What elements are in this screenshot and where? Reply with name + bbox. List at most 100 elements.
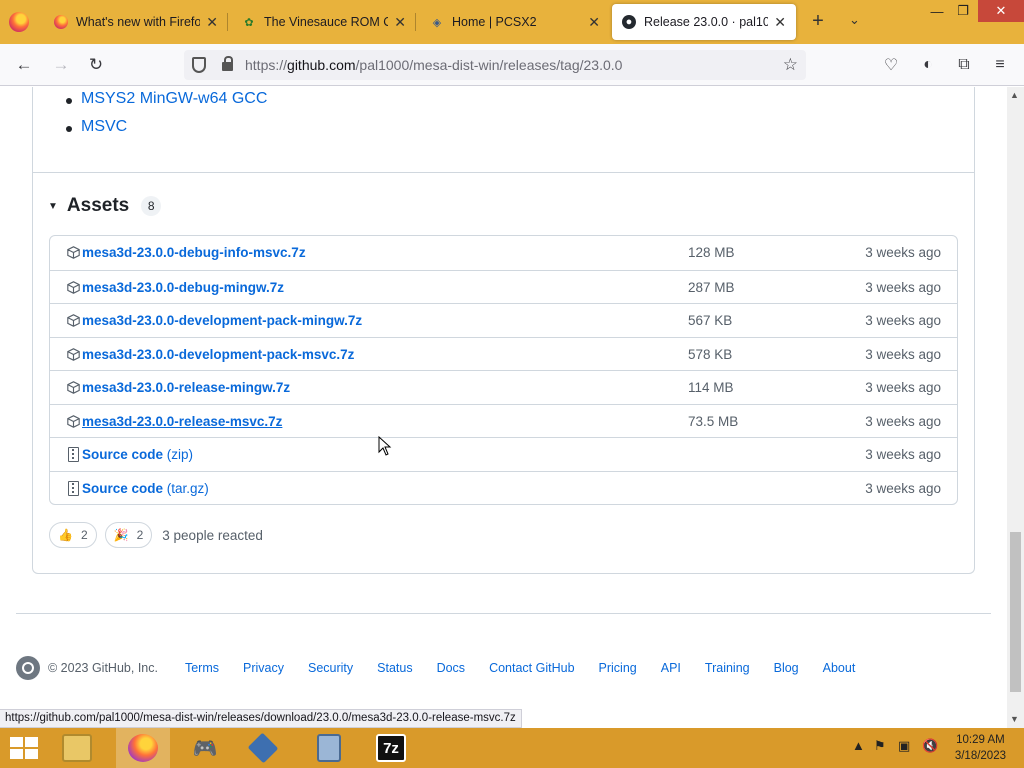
scrollbar-thumb[interactable]: [1010, 532, 1021, 692]
assets-list: mesa3d-23.0.0-debug-info-msvc.7z 128 MB …: [49, 235, 958, 505]
close-tab-icon[interactable]: ✕: [206, 14, 218, 31]
assets-title: Assets: [66, 195, 130, 216]
package-icon: [67, 246, 80, 259]
network-icon[interactable]: ▣: [898, 738, 910, 754]
source-ext: (zip): [166, 447, 194, 462]
divider: [33, 172, 974, 173]
footer-link-terms[interactable]: Terms: [185, 661, 219, 675]
windows-taskbar: 🎮 7z ▲ ⚑ ▣ 🔇 10:29 AM 3/18/2023: [0, 728, 1024, 768]
asset-row: mesa3d-23.0.0-debug-info-msvc.7z 128 MB …: [50, 236, 957, 270]
tab-firefox-whatsnew[interactable]: What's new with Firefox - ✕: [44, 4, 228, 40]
vertical-scrollbar[interactable]: ▲ ▼: [1007, 87, 1024, 728]
pocket-icon[interactable]: ♡: [880, 54, 902, 76]
expand-triangle-icon[interactable]: ▼: [48, 201, 58, 212]
gamepad-icon[interactable]: 🎮: [178, 728, 232, 768]
source-code-link[interactable]: Source code (tar.gz): [82, 481, 209, 496]
close-window-icon[interactable]: ✕: [978, 0, 1024, 22]
release-card: MSYS2 MinGW-w64 GCC MSVC ▼ Assets 8 mesa…: [32, 87, 975, 574]
close-tab-icon[interactable]: ✕: [394, 14, 406, 31]
tab-title: Release 23.0.0 · pal1000/m: [644, 15, 769, 29]
tab-title: The Vinesauce ROM Corr: [264, 15, 389, 29]
close-tab-icon[interactable]: ✕: [588, 14, 600, 31]
clock-date: 3/18/2023: [954, 750, 1006, 762]
new-tab-button[interactable]: +: [808, 10, 828, 34]
address-bar[interactable]: https://github.com/pal1000/mesa-dist-win…: [184, 50, 806, 80]
tab-strip: What's new with Firefox - ✕ ✿ The Vinesa…: [0, 0, 1024, 44]
source-code-link[interactable]: Source code (zip): [82, 447, 193, 462]
scroll-down-arrow-icon[interactable]: ▼: [1010, 714, 1019, 724]
tab-github-release[interactable]: ● Release 23.0.0 · pal1000/m ✕: [612, 4, 796, 40]
list-item[interactable]: MSYS2 MinGW-w64 GCC: [65, 90, 267, 118]
volume-muted-icon[interactable]: 🔇: [922, 738, 938, 754]
forward-arrow-icon[interactable]: →: [49, 53, 73, 77]
footer-link-status[interactable]: Status: [377, 661, 412, 675]
asset-link[interactable]: mesa3d-23.0.0-debug-info-msvc.7z: [82, 245, 306, 260]
restore-icon[interactable]: ❐: [948, 0, 978, 22]
windows-start-icon[interactable]: [10, 737, 38, 759]
source-label: Source code: [82, 480, 164, 496]
asset-link[interactable]: mesa3d-23.0.0-debug-mingw.7z: [82, 280, 284, 295]
account-icon[interactable]: ◐: [917, 54, 939, 76]
url-text[interactable]: https://github.com/pal1000/mesa-dist-win…: [245, 57, 622, 73]
assets-header[interactable]: ▼ Assets 8: [48, 195, 162, 217]
extensions-icon[interactable]: ⧉: [953, 54, 975, 76]
asset-date: 3 weeks ago: [865, 380, 941, 395]
firefox-icon[interactable]: [116, 728, 170, 768]
footer-link-privacy[interactable]: Privacy: [243, 661, 284, 675]
copyright: © 2023 GitHub, Inc.: [48, 661, 158, 675]
asset-date: 3 weeks ago: [865, 447, 941, 462]
reaction-count: 2: [136, 528, 144, 542]
site-footer: © 2023 GitHub, Inc. Terms Privacy Securi…: [16, 656, 879, 680]
github-icon: ●: [622, 15, 636, 29]
footer-link-about[interactable]: About: [823, 661, 856, 675]
action-center-flag-icon[interactable]: ⚑: [874, 738, 886, 754]
footer-link-docs[interactable]: Docs: [437, 661, 465, 675]
tracking-protection-shield-icon[interactable]: [192, 57, 206, 73]
link-status-tooltip: https://github.com/pal1000/mesa-dist-win…: [0, 709, 522, 728]
reload-icon[interactable]: ↻: [84, 53, 108, 77]
footer-link-contact[interactable]: Contact GitHub: [489, 661, 574, 675]
list-item[interactable]: MSVC: [65, 118, 267, 146]
system-clock[interactable]: 10:29 AM 3/18/2023: [955, 732, 1006, 764]
reactions-bar: 👍 2 🎉 2 3 people reacted: [49, 522, 263, 548]
tab-pcsx2[interactable]: ◈ Home | PCSX2 ✕: [420, 4, 610, 40]
asset-row: mesa3d-23.0.0-development-pack-msvc.7z 5…: [50, 336, 957, 371]
footer-link-blog[interactable]: Blog: [774, 661, 799, 675]
tab-vinesauce[interactable]: ✿ The Vinesauce ROM Corr ✕: [232, 4, 416, 40]
scroll-up-arrow-icon[interactable]: ▲: [1010, 90, 1019, 100]
asset-row: mesa3d-23.0.0-development-pack-mingw.7z …: [50, 303, 957, 337]
footer-link-security[interactable]: Security: [308, 661, 353, 675]
file-zip-icon: [68, 447, 79, 462]
reaction-thumbs-up-button[interactable]: 👍 2: [49, 522, 97, 548]
asset-size: 114 MB: [688, 380, 734, 395]
asset-date: 3 weeks ago: [865, 480, 941, 496]
asset-link[interactable]: mesa3d-23.0.0-development-pack-msvc.7z: [82, 347, 354, 362]
asset-link[interactable]: mesa3d-23.0.0-release-msvc.7z: [82, 414, 282, 429]
asset-row: Source code (tar.gz) 3 weeks ago: [50, 470, 957, 505]
list-tabs-chevron-icon[interactable]: ⌄: [849, 12, 860, 28]
hamburger-menu-icon[interactable]: ≡: [989, 54, 1011, 76]
bookmark-star-icon[interactable]: ☆: [783, 55, 798, 75]
firefox-menu-icon[interactable]: [9, 12, 29, 32]
asset-link[interactable]: mesa3d-23.0.0-release-mingw.7z: [82, 380, 290, 395]
asset-link[interactable]: mesa3d-23.0.0-development-pack-mingw.7z: [82, 313, 362, 328]
footer-link-training[interactable]: Training: [705, 661, 750, 675]
github-logo-icon[interactable]: [16, 656, 40, 680]
file-explorer-icon[interactable]: [50, 728, 104, 768]
package-icon: [67, 280, 80, 294]
pcsx2-icon: ◈: [432, 16, 442, 29]
calculator-icon[interactable]: [302, 728, 356, 768]
firefox-icon: [54, 15, 68, 29]
pcsx2-icon[interactable]: [236, 728, 290, 768]
lock-icon[interactable]: [222, 56, 233, 71]
show-hidden-icons-icon[interactable]: ▲: [852, 738, 865, 753]
tab-title: Home | PCSX2: [452, 15, 537, 29]
back-arrow-icon[interactable]: ←: [12, 53, 36, 77]
footer-link-api[interactable]: API: [661, 661, 681, 675]
footer-link-pricing[interactable]: Pricing: [599, 661, 637, 675]
reaction-hooray-button[interactable]: 🎉 2: [104, 522, 153, 548]
7zip-icon[interactable]: 7z: [364, 728, 418, 768]
close-tab-icon[interactable]: ✕: [774, 14, 786, 31]
asset-row: mesa3d-23.0.0-release-msvc.7z 73.5 MB 3 …: [50, 403, 957, 438]
asset-date: 3 weeks ago: [865, 245, 941, 260]
